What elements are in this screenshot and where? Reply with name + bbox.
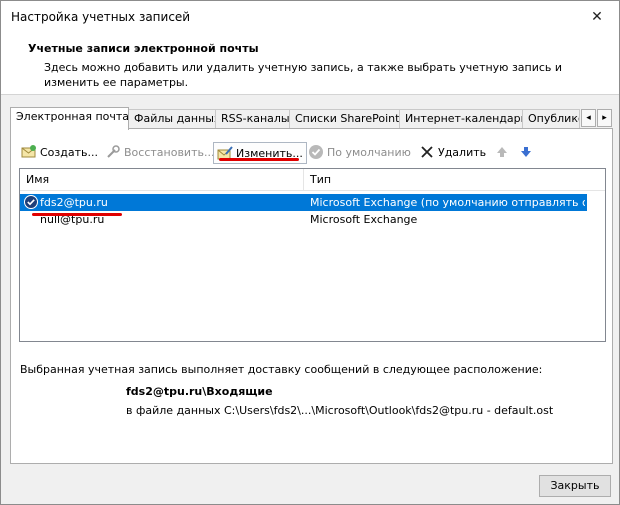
annotation-underline-change (219, 158, 299, 161)
tab-scroll-left-icon[interactable]: ◂ (581, 109, 596, 127)
delivery-folder: fds2@tpu.ru\Входящие (126, 385, 273, 398)
close-window-icon[interactable]: ✕ (577, 1, 617, 33)
default-check-icon (309, 145, 323, 159)
dialog-header: Учетные записи электронной почты Здесь м… (1, 33, 619, 95)
toolbar: Создать... Восстановить... Изменить... П… (21, 142, 601, 164)
tab-published-calendars[interactable]: Опубликованные календари (522, 109, 580, 129)
new-account-icon (21, 145, 36, 158)
delete-label: Удалить (438, 146, 487, 159)
column-name-header[interactable]: Имя (26, 173, 49, 186)
column-divider[interactable] (303, 169, 304, 191)
close-button[interactable]: Закрыть (539, 475, 611, 497)
set-default-button[interactable]: По умолчанию (308, 142, 411, 164)
title-bar: Настройка учетных записей ✕ (1, 1, 619, 33)
tab-data-files[interactable]: Файлы данных (128, 109, 216, 129)
header-title: Учетные записи электронной почты (28, 42, 259, 55)
create-label: Создать... (40, 146, 98, 159)
tab-rss-feeds[interactable]: RSS-каналы (215, 109, 290, 129)
accounts-list[interactable]: Имя Тип fds2@tpu.ru Microsoft Exchange (… (19, 168, 606, 342)
delivery-location-label: Выбранная учетная запись выполняет доста… (20, 363, 543, 376)
window-title: Настройка учетных записей (11, 10, 191, 24)
arrow-down-icon (521, 147, 531, 157)
tab-sharepoint-lists[interactable]: Списки SharePoint (289, 109, 400, 129)
move-down-button[interactable] (518, 142, 537, 164)
account-name: fds2@tpu.ru (40, 196, 108, 209)
arrow-up-icon (497, 147, 507, 157)
header-description: Здесь можно добавить или удалить учетную… (44, 61, 563, 89)
column-type-header[interactable]: Тип (310, 173, 331, 186)
repair-icon (107, 145, 120, 158)
set-default-label: По умолчанию (327, 146, 411, 159)
account-row-fds2[interactable]: fds2@tpu.ru Microsoft Exchange (по умолч… (20, 194, 587, 211)
delivery-data-file: в файле данных C:\Users\fds2\...\Microso… (126, 404, 554, 417)
move-up-button[interactable] (494, 142, 513, 164)
restore-button[interactable]: Восстановить... (105, 142, 214, 164)
account-type: Microsoft Exchange (по умолчанию отправл… (310, 196, 585, 209)
list-header: Имя Тип (20, 169, 605, 191)
account-type: Microsoft Exchange (310, 213, 418, 226)
tab-scroll-right-icon[interactable]: ▸ (597, 109, 612, 127)
account-settings-dialog: Настройка учетных записей ✕ Учетные запи… (0, 0, 620, 505)
create-button[interactable]: Создать... (21, 142, 98, 164)
tab-email[interactable]: Электронная почта (10, 107, 129, 130)
email-tab-panel: Создать... Восстановить... Изменить... П… (10, 128, 613, 464)
delete-button[interactable]: Удалить (419, 142, 486, 164)
restore-label: Восстановить... (124, 146, 215, 159)
delete-x-icon (421, 146, 433, 158)
annotation-underline-account (32, 213, 122, 216)
tab-internet-calendars[interactable]: Интернет-календари (399, 109, 523, 129)
default-account-check-icon (24, 195, 38, 209)
tab-strip: Электронная почта Файлы данных RSS-канал… (10, 107, 614, 130)
